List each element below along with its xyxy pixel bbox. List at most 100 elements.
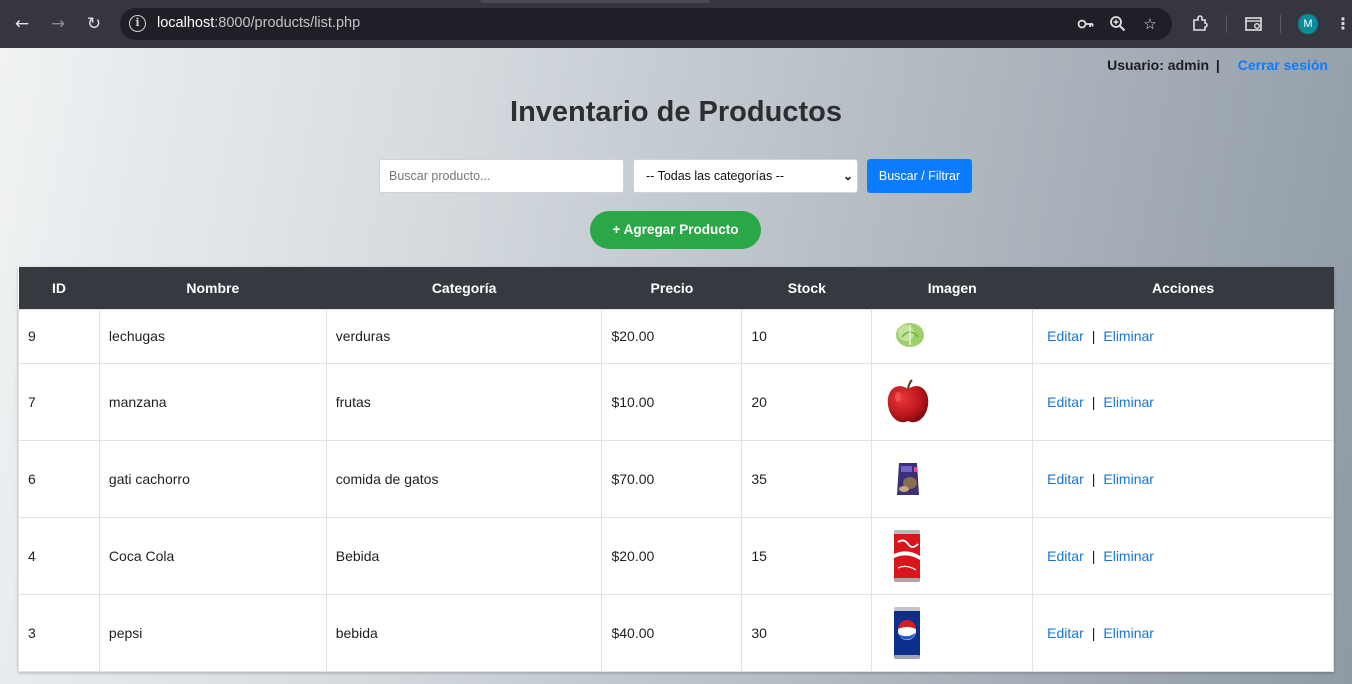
- column-header-image: Imagen: [871, 267, 1033, 309]
- cell-id: 3: [18, 593, 100, 672]
- cell-price: $20.00: [601, 308, 743, 364]
- action-separator: |: [1091, 328, 1096, 344]
- action-separator: |: [1091, 624, 1096, 641]
- action-separator: |: [1091, 547, 1096, 564]
- category-select-value: -- Todas las categorías --: [646, 169, 785, 183]
- delete-link[interactable]: Eliminar: [1103, 471, 1154, 487]
- cell-image: [871, 308, 1034, 364]
- column-header-id: ID: [18, 267, 100, 309]
- cell-image: [871, 516, 1034, 595]
- extensions-icon[interactable]: [1188, 12, 1212, 36]
- cell-category: frutas: [325, 362, 603, 441]
- cell-category: verduras: [325, 308, 603, 364]
- edit-link[interactable]: Editar: [1047, 548, 1084, 564]
- apple-image: [888, 378, 929, 422]
- cell-actions: Editar | Eliminar: [1032, 308, 1334, 364]
- table-header-row: ID Nombre Categoría Precio Stock Imagen …: [18, 267, 1334, 309]
- cell-id: 6: [18, 439, 100, 518]
- column-header-actions: Acciones: [1032, 267, 1334, 309]
- cat-food-bag-image: [897, 462, 920, 495]
- edit-link[interactable]: Editar: [1047, 328, 1084, 344]
- logout-link[interactable]: Cerrar sesión: [1238, 57, 1328, 73]
- cell-actions: Editar | Eliminar: [1032, 593, 1334, 672]
- cell-price: $70.00: [601, 439, 743, 518]
- cell-image: [871, 593, 1034, 672]
- column-header-price: Precio: [601, 267, 742, 309]
- cell-id: 7: [18, 362, 100, 441]
- url-text[interactable]: localhost:8000/products/list.php: [157, 15, 360, 31]
- cell-actions: Editar | Eliminar: [1032, 362, 1334, 441]
- chevron-down-icon: ⌄: [842, 169, 853, 183]
- toolbar-divider: [1280, 15, 1281, 33]
- toolbar-divider: [1226, 15, 1227, 33]
- column-header-category: Categoría: [326, 267, 602, 309]
- coca-cola-can-image: [894, 529, 921, 582]
- cell-image: [871, 362, 1034, 441]
- password-key-icon[interactable]: [1076, 14, 1096, 34]
- cell-category: comida de gatos: [325, 439, 603, 518]
- forward-arrow-icon[interactable]: →: [46, 12, 70, 36]
- cell-name: pepsi: [98, 593, 327, 672]
- url-path: :8000/products/list.php: [214, 15, 361, 31]
- table-row: 3 pepsi bebida $40.00 30 Editar | Elimin…: [18, 593, 1334, 672]
- more-menu-icon[interactable]: ⋮: [1334, 14, 1352, 34]
- cell-price: $10.00: [601, 362, 743, 441]
- bookmark-star-icon[interactable]: ☆: [1140, 14, 1160, 34]
- delete-link[interactable]: Eliminar: [1103, 328, 1154, 344]
- action-separator: |: [1091, 393, 1096, 410]
- products-table: ID Nombre Categoría Precio Stock Imagen …: [18, 267, 1334, 672]
- cell-id: 9: [18, 308, 100, 364]
- filter-button[interactable]: Buscar / Filtrar: [867, 159, 972, 193]
- user-bar: Usuario: admin | Cerrar sesión: [1107, 57, 1328, 73]
- cell-name: manzana: [98, 362, 327, 441]
- cell-id: 4: [18, 516, 100, 595]
- table-row: 9 lechugas verduras $20.00 10 Editar | Eli…: [18, 308, 1334, 364]
- cell-category: Bebida: [325, 516, 603, 595]
- table-row: 6 gati cachorro comida de gatos $70.00 3…: [18, 439, 1334, 518]
- edit-link[interactable]: Editar: [1047, 625, 1084, 641]
- cell-name: gati cachorro: [98, 439, 327, 518]
- cell-stock: 15: [741, 516, 873, 595]
- delete-link[interactable]: Eliminar: [1103, 625, 1154, 641]
- cell-actions: Editar | Eliminar: [1032, 516, 1334, 595]
- pepsi-can-image: [894, 606, 921, 659]
- browser-toolbar: ← → ↻ i localhost:8000/products/list.php…: [0, 0, 1352, 48]
- page-content: Usuario: admin | Cerrar sesión Inventari…: [0, 48, 1352, 684]
- cell-stock: 20: [741, 362, 873, 441]
- active-tab-indicator: [480, 0, 710, 3]
- edit-link[interactable]: Editar: [1047, 394, 1084, 410]
- site-info-icon[interactable]: i: [129, 15, 146, 32]
- search-input[interactable]: [379, 159, 624, 193]
- add-product-button[interactable]: + Agregar Producto: [590, 211, 761, 249]
- delete-link[interactable]: Eliminar: [1103, 548, 1154, 564]
- profile-avatar[interactable]: M: [1298, 14, 1318, 34]
- url-host: localhost: [157, 15, 215, 31]
- table-row: 7 manzana frutas $10.00 20 Editar | Elimin…: [18, 362, 1334, 441]
- user-bar-separator: |: [1215, 57, 1220, 73]
- cell-image: [871, 439, 1034, 518]
- action-separator: |: [1091, 470, 1096, 487]
- lettuce-image: [896, 323, 925, 347]
- page-title: Inventario de Productos: [510, 96, 842, 128]
- category-select[interactable]: -- Todas las categorías -- ⌄: [633, 159, 858, 193]
- cell-price: $40.00: [601, 593, 743, 672]
- cell-stock: 30: [741, 593, 873, 672]
- back-arrow-icon[interactable]: ←: [10, 12, 34, 36]
- cell-price: $20.00: [601, 516, 743, 595]
- edit-link[interactable]: Editar: [1047, 471, 1084, 487]
- table-row: 4 Coca Cola Bebida $20.00 15 Editar | El…: [18, 516, 1334, 595]
- cell-actions: Editar | Eliminar: [1032, 439, 1334, 518]
- column-header-name: Nombre: [99, 267, 327, 309]
- zoom-icon[interactable]: [1108, 14, 1128, 34]
- cell-stock: 35: [741, 439, 873, 518]
- user-label: Usuario: admin: [1107, 57, 1210, 73]
- address-bar[interactable]: i localhost:8000/products/list.php ☆: [120, 8, 1172, 40]
- cell-stock: 10: [741, 308, 873, 364]
- cell-name: lechugas: [98, 308, 327, 364]
- cell-category: bebida: [325, 593, 603, 672]
- reload-icon[interactable]: ↻: [82, 12, 106, 36]
- delete-link[interactable]: Eliminar: [1103, 394, 1154, 410]
- cell-name: Coca Cola: [98, 516, 327, 595]
- column-header-stock: Stock: [741, 267, 872, 309]
- tab-search-icon[interactable]: [1242, 12, 1266, 36]
